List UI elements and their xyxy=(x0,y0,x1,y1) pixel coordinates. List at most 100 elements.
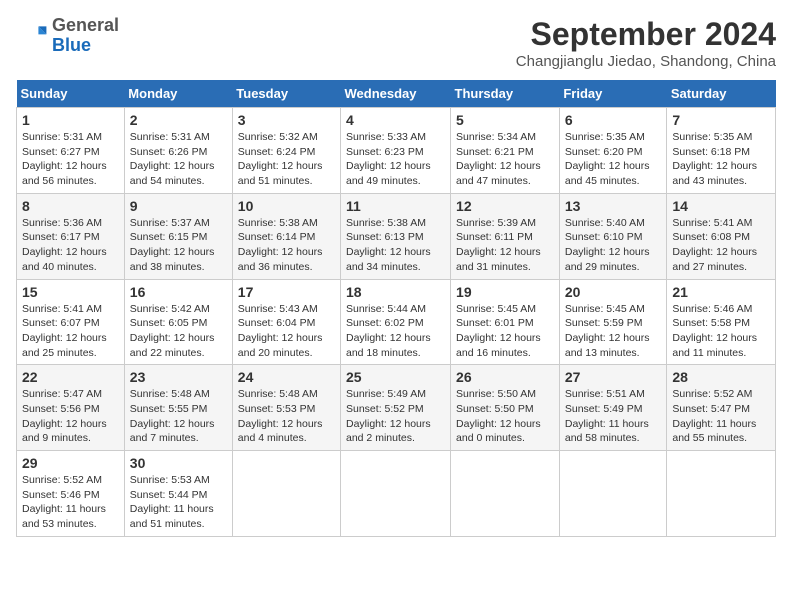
logo: General Blue xyxy=(16,16,119,56)
calendar-week-row: 8 Sunrise: 5:36 AMSunset: 6:17 PMDayligh… xyxy=(17,193,776,279)
calendar-day-cell xyxy=(667,451,776,537)
calendar-week-row: 15 Sunrise: 5:41 AMSunset: 6:07 PMDaylig… xyxy=(17,279,776,365)
calendar-day-cell xyxy=(232,451,340,537)
calendar-day-cell: 16 Sunrise: 5:42 AMSunset: 6:05 PMDaylig… xyxy=(124,279,232,365)
day-info: Sunrise: 5:49 AMSunset: 5:52 PMDaylight:… xyxy=(346,388,431,444)
day-info: Sunrise: 5:45 AMSunset: 5:59 PMDaylight:… xyxy=(565,303,650,359)
day-info: Sunrise: 5:43 AMSunset: 6:04 PMDaylight:… xyxy=(238,303,323,359)
day-number: 21 xyxy=(672,284,770,300)
calendar-week-row: 22 Sunrise: 5:47 AMSunset: 5:56 PMDaylig… xyxy=(17,365,776,451)
day-info: Sunrise: 5:46 AMSunset: 5:58 PMDaylight:… xyxy=(672,303,757,359)
day-number: 18 xyxy=(346,284,445,300)
day-info: Sunrise: 5:51 AMSunset: 5:49 PMDaylight:… xyxy=(565,388,649,444)
calendar-day-cell: 28 Sunrise: 5:52 AMSunset: 5:47 PMDaylig… xyxy=(667,365,776,451)
calendar-day-cell: 21 Sunrise: 5:46 AMSunset: 5:58 PMDaylig… xyxy=(667,279,776,365)
col-tuesday: Tuesday xyxy=(232,80,340,108)
day-number: 9 xyxy=(130,198,227,214)
day-number: 23 xyxy=(130,369,227,385)
logo-icon xyxy=(16,20,48,52)
calendar-day-cell: 24 Sunrise: 5:48 AMSunset: 5:53 PMDaylig… xyxy=(232,365,340,451)
day-number: 26 xyxy=(456,369,554,385)
month-title: September 2024 xyxy=(516,16,776,53)
day-info: Sunrise: 5:52 AMSunset: 5:47 PMDaylight:… xyxy=(672,388,756,444)
day-number: 1 xyxy=(22,112,119,128)
day-info: Sunrise: 5:35 AMSunset: 6:18 PMDaylight:… xyxy=(672,131,757,187)
calendar-day-cell: 9 Sunrise: 5:37 AMSunset: 6:15 PMDayligh… xyxy=(124,193,232,279)
day-number: 16 xyxy=(130,284,227,300)
calendar-day-cell: 17 Sunrise: 5:43 AMSunset: 6:04 PMDaylig… xyxy=(232,279,340,365)
day-number: 27 xyxy=(565,369,662,385)
day-number: 4 xyxy=(346,112,445,128)
day-info: Sunrise: 5:37 AMSunset: 6:15 PMDaylight:… xyxy=(130,217,215,273)
col-thursday: Thursday xyxy=(451,80,560,108)
calendar-day-cell: 2 Sunrise: 5:31 AMSunset: 6:26 PMDayligh… xyxy=(124,108,232,194)
day-number: 6 xyxy=(565,112,662,128)
calendar-day-cell: 15 Sunrise: 5:41 AMSunset: 6:07 PMDaylig… xyxy=(17,279,125,365)
calendar-day-cell: 25 Sunrise: 5:49 AMSunset: 5:52 PMDaylig… xyxy=(341,365,451,451)
day-number: 5 xyxy=(456,112,554,128)
calendar-day-cell: 7 Sunrise: 5:35 AMSunset: 6:18 PMDayligh… xyxy=(667,108,776,194)
day-number: 20 xyxy=(565,284,662,300)
day-info: Sunrise: 5:36 AMSunset: 6:17 PMDaylight:… xyxy=(22,217,107,273)
day-info: Sunrise: 5:38 AMSunset: 6:13 PMDaylight:… xyxy=(346,217,431,273)
day-info: Sunrise: 5:48 AMSunset: 5:55 PMDaylight:… xyxy=(130,388,215,444)
day-info: Sunrise: 5:35 AMSunset: 6:20 PMDaylight:… xyxy=(565,131,650,187)
day-number: 19 xyxy=(456,284,554,300)
day-info: Sunrise: 5:48 AMSunset: 5:53 PMDaylight:… xyxy=(238,388,323,444)
day-number: 13 xyxy=(565,198,662,214)
calendar-day-cell xyxy=(559,451,667,537)
day-number: 15 xyxy=(22,284,119,300)
day-info: Sunrise: 5:44 AMSunset: 6:02 PMDaylight:… xyxy=(346,303,431,359)
calendar-day-cell: 13 Sunrise: 5:40 AMSunset: 6:10 PMDaylig… xyxy=(559,193,667,279)
calendar-day-cell: 23 Sunrise: 5:48 AMSunset: 5:55 PMDaylig… xyxy=(124,365,232,451)
col-monday: Monday xyxy=(124,80,232,108)
day-info: Sunrise: 5:39 AMSunset: 6:11 PMDaylight:… xyxy=(456,217,541,273)
location: Changjianglu Jiedao, Shandong, China xyxy=(516,53,776,70)
calendar-day-cell: 6 Sunrise: 5:35 AMSunset: 6:20 PMDayligh… xyxy=(559,108,667,194)
calendar-week-row: 1 Sunrise: 5:31 AMSunset: 6:27 PMDayligh… xyxy=(17,108,776,194)
col-sunday: Sunday xyxy=(17,80,125,108)
calendar-day-cell: 26 Sunrise: 5:50 AMSunset: 5:50 PMDaylig… xyxy=(451,365,560,451)
calendar-day-cell: 19 Sunrise: 5:45 AMSunset: 6:01 PMDaylig… xyxy=(451,279,560,365)
day-number: 8 xyxy=(22,198,119,214)
calendar-day-cell: 22 Sunrise: 5:47 AMSunset: 5:56 PMDaylig… xyxy=(17,365,125,451)
calendar-day-cell: 11 Sunrise: 5:38 AMSunset: 6:13 PMDaylig… xyxy=(341,193,451,279)
day-info: Sunrise: 5:33 AMSunset: 6:23 PMDaylight:… xyxy=(346,131,431,187)
logo-general: General xyxy=(52,15,119,35)
day-number: 28 xyxy=(672,369,770,385)
day-number: 7 xyxy=(672,112,770,128)
calendar-day-cell xyxy=(341,451,451,537)
day-number: 30 xyxy=(130,455,227,471)
day-number: 10 xyxy=(238,198,335,214)
col-wednesday: Wednesday xyxy=(341,80,451,108)
calendar-day-cell: 29 Sunrise: 5:52 AMSunset: 5:46 PMDaylig… xyxy=(17,451,125,537)
day-info: Sunrise: 5:31 AMSunset: 6:26 PMDaylight:… xyxy=(130,131,215,187)
day-info: Sunrise: 5:52 AMSunset: 5:46 PMDaylight:… xyxy=(22,474,106,530)
day-number: 14 xyxy=(672,198,770,214)
day-info: Sunrise: 5:34 AMSunset: 6:21 PMDaylight:… xyxy=(456,131,541,187)
day-number: 12 xyxy=(456,198,554,214)
calendar-day-cell: 4 Sunrise: 5:33 AMSunset: 6:23 PMDayligh… xyxy=(341,108,451,194)
calendar-day-cell: 18 Sunrise: 5:44 AMSunset: 6:02 PMDaylig… xyxy=(341,279,451,365)
calendar-day-cell: 27 Sunrise: 5:51 AMSunset: 5:49 PMDaylig… xyxy=(559,365,667,451)
col-saturday: Saturday xyxy=(667,80,776,108)
logo-text: General Blue xyxy=(52,16,119,56)
day-number: 24 xyxy=(238,369,335,385)
day-info: Sunrise: 5:32 AMSunset: 6:24 PMDaylight:… xyxy=(238,131,323,187)
day-number: 22 xyxy=(22,369,119,385)
day-info: Sunrise: 5:45 AMSunset: 6:01 PMDaylight:… xyxy=(456,303,541,359)
calendar-week-row: 29 Sunrise: 5:52 AMSunset: 5:46 PMDaylig… xyxy=(17,451,776,537)
calendar-day-cell: 12 Sunrise: 5:39 AMSunset: 6:11 PMDaylig… xyxy=(451,193,560,279)
day-info: Sunrise: 5:42 AMSunset: 6:05 PMDaylight:… xyxy=(130,303,215,359)
day-number: 11 xyxy=(346,198,445,214)
day-info: Sunrise: 5:41 AMSunset: 6:07 PMDaylight:… xyxy=(22,303,107,359)
calendar-day-cell: 8 Sunrise: 5:36 AMSunset: 6:17 PMDayligh… xyxy=(17,193,125,279)
day-number: 3 xyxy=(238,112,335,128)
day-info: Sunrise: 5:50 AMSunset: 5:50 PMDaylight:… xyxy=(456,388,541,444)
page-header: General Blue September 2024 Changjianglu… xyxy=(16,16,776,70)
day-number: 29 xyxy=(22,455,119,471)
header-row: Sunday Monday Tuesday Wednesday Thursday… xyxy=(17,80,776,108)
day-info: Sunrise: 5:41 AMSunset: 6:08 PMDaylight:… xyxy=(672,217,757,273)
day-number: 17 xyxy=(238,284,335,300)
day-info: Sunrise: 5:53 AMSunset: 5:44 PMDaylight:… xyxy=(130,474,214,530)
